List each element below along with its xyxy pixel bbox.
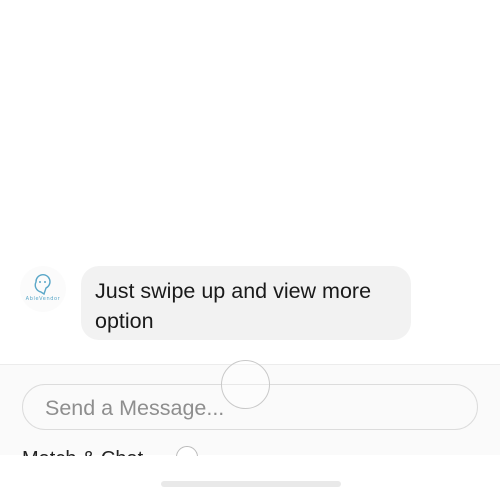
composer-bar xyxy=(0,360,500,500)
touch-indicator xyxy=(221,360,270,409)
message-bubble: Just swipe up and view more option xyxy=(81,266,411,340)
chat-screen: AbleVendor Just swipe up and view more o… xyxy=(0,0,500,500)
avatar-brand-text: AbleVendor xyxy=(25,296,61,302)
radio-toggle-icon[interactable] xyxy=(176,446,198,456)
home-indicator[interactable] xyxy=(161,481,341,487)
chat-bot-logo-icon xyxy=(34,274,51,296)
options-row[interactable]: Match & Chat xyxy=(22,444,222,456)
options-row-label: Match & Chat xyxy=(22,448,143,456)
message-row: AbleVendor Just swipe up and view more o… xyxy=(20,266,411,340)
chat-message-list[interactable]: AbleVendor Just swipe up and view more o… xyxy=(0,0,500,364)
bot-avatar: AbleVendor xyxy=(20,266,66,312)
